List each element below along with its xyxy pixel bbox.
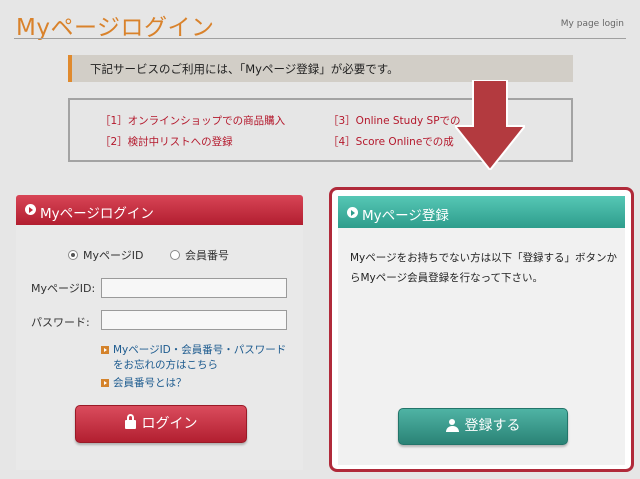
register-panel-body: Myページをお持ちでない方は以下「登録する」ボタンからMyページ会員登録を行なっ…	[338, 228, 625, 465]
requirement-notice: 下記サービスのご利用には、「Myページ登録」が必要です。	[68, 55, 573, 82]
arrow-circle-icon	[347, 207, 358, 218]
register-button-label: 登録する	[464, 418, 521, 434]
register-panel-header: Myページ登録	[338, 196, 625, 228]
lock-icon	[124, 414, 136, 429]
member-number-help-text[interactable]: 会員番号とは？	[113, 376, 187, 391]
down-arrow-icon	[455, 80, 525, 170]
login-button[interactable]: ログイン	[75, 405, 247, 443]
login-panel-header: Myページログイン	[16, 195, 303, 225]
page-title: Myページログイン	[16, 15, 215, 41]
user-icon	[445, 419, 459, 432]
forgot-credentials-text[interactable]: MyページID・会員番号・パスワードをお忘れの方はこちら	[113, 343, 296, 373]
service-item-score-online: ［4］Score Onlineでの成	[328, 136, 454, 148]
forgot-credentials-link[interactable]: MyページID・会員番号・パスワードをお忘れの方はこちら	[101, 343, 296, 373]
mypage-id-label: MyページID:	[31, 282, 96, 295]
password-field[interactable]	[101, 310, 287, 330]
radio-mypage-id-label: MyページID	[83, 249, 144, 262]
radio-unselected-icon[interactable]	[170, 250, 180, 260]
mypage-id-field[interactable]	[101, 278, 287, 298]
password-label: パスワード:	[31, 316, 90, 329]
register-button[interactable]: 登録する	[398, 408, 568, 445]
service-item-wishlist: ［2］検討中リストへの登録	[100, 136, 233, 148]
radio-selected-icon[interactable]	[68, 250, 78, 260]
member-number-help-link[interactable]: 会員番号とは？	[101, 376, 187, 391]
register-description: Myページをお持ちでない方は以下「登録する」ボタンからMyページ会員登録を行なっ…	[350, 252, 618, 284]
service-item-online-shop: ［1］オンラインショップでの商品購入	[100, 115, 286, 127]
register-panel-highlight: Myページ登録 Myページをお持ちでない方は以下「登録する」ボタンからMyページ…	[329, 187, 634, 472]
login-panel-title: Myページログイン	[40, 206, 154, 222]
radio-member-number[interactable]: 会員番号	[170, 247, 229, 263]
radio-member-number-label: 会員番号	[185, 249, 229, 262]
page-header: Myページログイン My page login	[0, 0, 640, 41]
arrow-circle-icon	[25, 204, 36, 215]
link-arrow-icon	[101, 379, 109, 387]
login-panel: Myページログイン MyページID 会員番号 MyページID: パスワード: M…	[16, 195, 303, 470]
radio-mypage-id[interactable]: MyページID	[68, 247, 144, 263]
header-divider	[14, 38, 626, 39]
link-arrow-icon	[101, 346, 109, 354]
notice-text: 下記サービスのご利用には、「Myページ登録」が必要です。	[90, 62, 399, 76]
service-item-online-study: ［3］Online Study SPでの	[328, 115, 461, 127]
register-panel-title: Myページ登録	[362, 208, 449, 224]
page-subtitle: My page login	[560, 19, 624, 29]
login-button-label: ログイン	[141, 416, 198, 432]
